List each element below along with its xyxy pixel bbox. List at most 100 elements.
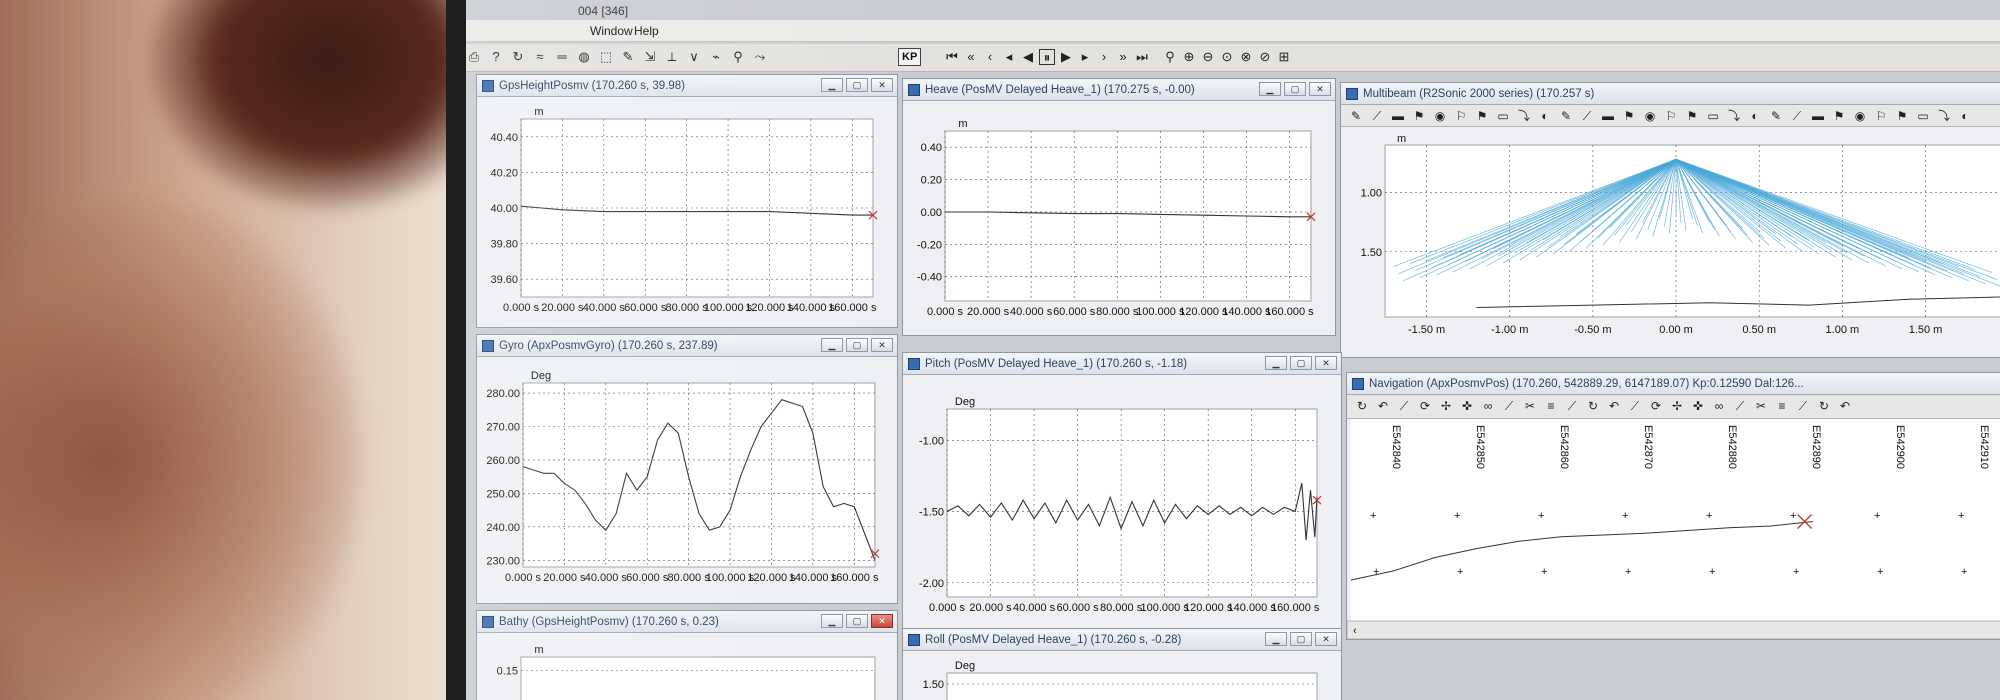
maximize-button[interactable]: ▢ [846,78,868,92]
close-button[interactable]: ✕ [871,614,893,628]
help-icon[interactable]: ? [488,49,504,65]
zoom-area-icon[interactable]: ⊞ [1276,49,1292,65]
maximize-button[interactable]: ▢ [1284,82,1306,96]
navigation-tool-icon[interactable]: ≡ [1775,399,1789,413]
multibeam-tool-icon[interactable]: ▬ [1811,109,1825,123]
navigation-tool-icon[interactable]: ⟋ [1796,399,1810,413]
multibeam-window[interactable]: Multibeam (R2Sonic 2000 series) (170.257… [1340,82,2000,358]
navigation-tool-icon[interactable]: ⟳ [1418,399,1432,413]
multibeam-plot[interactable]: -1.50 m -1.00 m -0.50 m 0.00 m 0.50 m 1.00 m 1… [1341,127,2000,357]
skip-back-icon[interactable]: ‹ [982,49,998,65]
navigation-tool-icon[interactable]: ↶ [1607,399,1621,413]
multibeam-tool-icon[interactable]: ◉ [1433,109,1447,123]
zoom-x-icon[interactable]: ⊗ [1238,49,1254,65]
navigation-tool-icon[interactable]: ✂ [1754,399,1768,413]
multibeam-tool-icon[interactable]: ⤵ [1937,109,1951,123]
minimize-button[interactable]: ▁ [821,614,843,628]
multibeam-tool-icon[interactable]: ⤵ [1727,109,1741,123]
pause-icon[interactable]: ⏸ [1039,49,1055,65]
navigation-window-titlebar[interactable]: Navigation (ApxPosmvPos) (170.260, 54288… [1347,373,2000,395]
print-icon[interactable]: ⎙ [466,49,482,65]
kp-button[interactable]: KP [898,48,922,66]
navigation-tool-icon[interactable]: ✜ [1460,399,1474,413]
navigation-tool-icon[interactable]: ↶ [1376,399,1390,413]
globe-icon[interactable]: ◍ [576,49,592,65]
navigation-tool-icon[interactable]: ✜ [1691,399,1705,413]
zoom-y-icon[interactable]: ⊘ [1257,49,1273,65]
skip-back-fast-icon[interactable]: « [963,49,979,65]
height-window[interactable]: GpsHeightPosmv (170.260 s, 39.98) ▁ ▢ ✕ 0.… [476,74,898,328]
zoom-fit-icon[interactable]: ⊙ [1219,49,1235,65]
multibeam-tool-icon[interactable]: ⚑ [1475,109,1489,123]
close-button[interactable]: ✕ [871,78,893,92]
pin-icon[interactable]: ⚲ [730,49,746,65]
height-plot[interactable]: 0.000 s 20.000 s 40.000 s 60.000 s 80.000 s 1… [477,97,897,327]
navigation-tool-icon[interactable]: ↻ [1817,399,1831,413]
close-button[interactable]: ✕ [1315,356,1337,370]
wave-icon[interactable]: ≈ [532,49,548,65]
navigation-tool-icon[interactable]: ✢ [1670,399,1684,413]
navigation-tool-icon[interactable]: ⟋ [1502,399,1516,413]
navigation-tool-icon[interactable]: ∞ [1712,399,1726,413]
multibeam-tool-icon[interactable]: ▬ [1391,109,1405,123]
multibeam-tool-icon[interactable]: ⚐ [1664,109,1678,123]
navigation-tool-icon[interactable]: ⟋ [1733,399,1747,413]
minimize-button[interactable]: ▁ [1259,82,1281,96]
navigation-tool-icon[interactable]: ↶ [1838,399,1852,413]
multibeam-tool-icon[interactable]: ⟋ [1790,109,1804,123]
multibeam-tool-icon[interactable]: ◉ [1853,109,1867,123]
multibeam-tool-icon[interactable]: ✎ [1349,109,1363,123]
navigation-window[interactable]: Navigation (ApxPosmvPos) (170.260, 54288… [1346,372,2000,640]
gyro-window[interactable]: Gyro (ApxPosmvGyro) (170.260 s, 237.89) … [476,334,898,604]
maximize-button[interactable]: ▢ [1290,356,1312,370]
pitch-window-titlebar[interactable]: Pitch (PosMV Delayed Heave_1) (170.260 s… [903,353,1341,375]
multibeam-tool-icon[interactable]: ▭ [1496,109,1510,123]
multibeam-tool-icon[interactable]: ◐ [1958,109,1972,123]
multibeam-tool-icon[interactable]: ⚑ [1832,109,1846,123]
link-icon[interactable]: ⌁ [708,49,724,65]
line-icon[interactable]: ═ [554,49,570,65]
roll-window[interactable]: Roll (PosMV Delayed Heave_1) (170.260 s,… [902,628,1342,700]
maximize-button[interactable]: ▢ [846,614,868,628]
play-back-icon[interactable]: ◀ [1020,49,1036,65]
gyro-plot[interactable]: 0.000 s 20.000 s 40.000 s 60.000 s 80.000 s 1… [477,357,897,603]
zoom-out-icon[interactable]: ⊖ [1200,49,1216,65]
route-icon[interactable]: ⤳ [752,49,768,65]
heave-plot[interactable]: 0.000 s 20.000 s 40.000 s 60.000 s 80.000 s1… [903,101,1335,335]
zoom-icon[interactable]: ⚲ [1162,49,1178,65]
multibeam-tool-icon[interactable]: ⚐ [1454,109,1468,123]
roll-window-titlebar[interactable]: Roll (PosMV Delayed Heave_1) (170.260 s,… [903,629,1341,651]
navigation-tool-icon[interactable]: ↻ [1586,399,1600,413]
minimize-button[interactable]: ▁ [821,78,843,92]
multibeam-tool-icon[interactable]: ▬ [1601,109,1615,123]
multibeam-tool-icon[interactable]: ✎ [1559,109,1573,123]
bathy-plot[interactable]: 0.15 m [477,633,897,700]
multibeam-tool-icon[interactable]: ▭ [1916,109,1930,123]
navigation-tool-icon[interactable]: ⟋ [1565,399,1579,413]
minimize-button[interactable]: ▁ [1265,356,1287,370]
heave-window[interactable]: Heave (PosMV Delayed Heave_1) (170.275 s… [902,78,1336,336]
roll-plot[interactable]: 1.50 Deg [903,651,1341,700]
profile-icon[interactable]: ∨ [686,49,702,65]
multibeam-tool-icon[interactable]: ⚑ [1622,109,1636,123]
navigation-tool-icon[interactable]: ✂ [1523,399,1537,413]
multibeam-tool-icon[interactable]: ⚑ [1895,109,1909,123]
close-button[interactable]: ✕ [871,338,893,352]
height-window-titlebar[interactable]: GpsHeightPosmv (170.260 s, 39.98) ▁ ▢ ✕ [477,75,897,97]
skip-forward-icon[interactable]: › [1096,49,1112,65]
navigation-tool-icon[interactable]: ⟳ [1649,399,1663,413]
navigation-tool-icon[interactable]: ≡ [1544,399,1558,413]
menu-window[interactable]: Window [590,24,633,38]
menu-help[interactable]: Help [634,24,659,38]
multibeam-tool-icon[interactable]: ⚑ [1685,109,1699,123]
multibeam-tool-icon[interactable]: ◉ [1643,109,1657,123]
multibeam-tool-icon[interactable]: ✎ [1769,109,1783,123]
multibeam-tool-icon[interactable]: ◐ [1538,109,1552,123]
multibeam-tool-icon[interactable]: ⟋ [1370,109,1384,123]
maximize-button[interactable]: ▢ [846,338,868,352]
pan-icon[interactable]: ⇲ [642,49,658,65]
multibeam-window-titlebar[interactable]: Multibeam (R2Sonic 2000 series) (170.257… [1341,83,2000,105]
navigation-tool-icon[interactable]: ⟋ [1397,399,1411,413]
play-icon[interactable]: ▶ [1058,49,1074,65]
select-icon[interactable]: ⬚ [598,49,614,65]
